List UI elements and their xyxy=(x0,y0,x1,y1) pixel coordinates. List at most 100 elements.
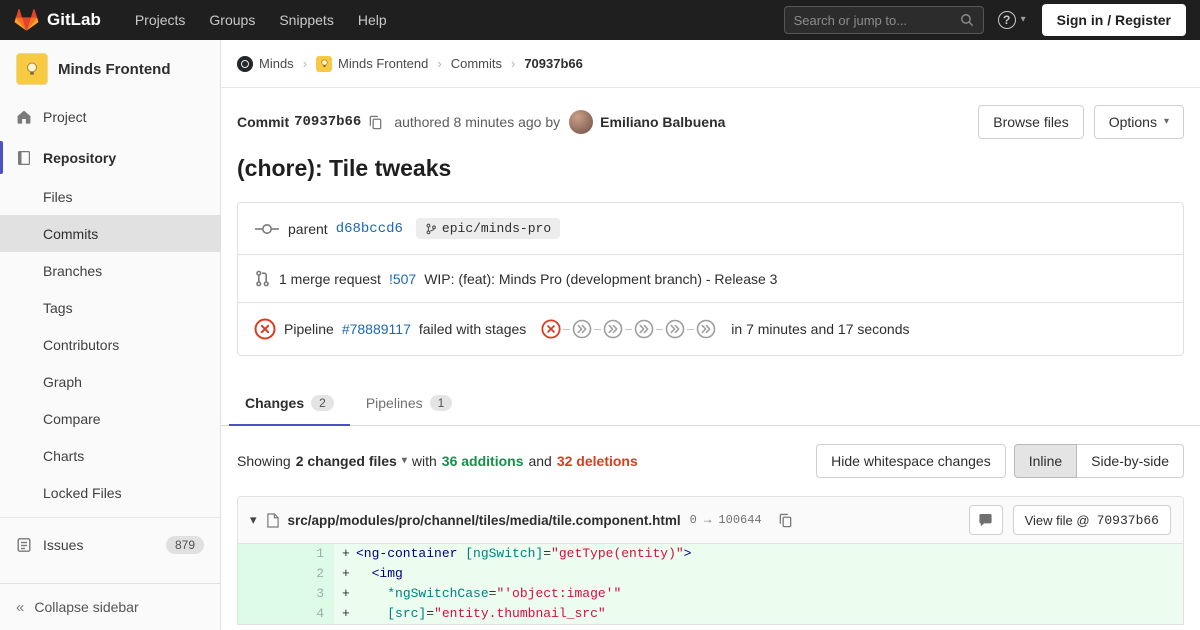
diff-line-row: 1 +<ng-container [ngSwitch]="getType(ent… xyxy=(238,544,1183,564)
breadcrumb-minds-frontend[interactable]: Minds Frontend xyxy=(316,56,428,72)
sidebar-item-repository[interactable]: Repository xyxy=(0,137,220,178)
breadcrumb-label: Minds Frontend xyxy=(338,56,428,71)
mr-ref-link[interactable]: !507 xyxy=(389,271,416,287)
author-avatar[interactable] xyxy=(569,110,593,134)
pipeline-label: Pipeline xyxy=(284,321,334,337)
pipeline-duration: in 7 minutes and 17 seconds xyxy=(731,321,909,337)
breadcrumb-current-sha: 70937b66 xyxy=(524,56,583,71)
project-header[interactable]: Minds Frontend xyxy=(0,40,220,96)
commit-tabs: Changes 2 Pipelines 1 xyxy=(221,380,1200,426)
diff-file-header: ▾ src/app/modules/pro/channel/tiles/medi… xyxy=(238,497,1183,544)
project-title: Minds Frontend xyxy=(58,61,171,78)
old-line-number[interactable] xyxy=(238,564,286,584)
view-mode-toggle: Inline Side-by-side xyxy=(1014,444,1184,478)
sidebar-item-files[interactable]: Files xyxy=(0,178,220,215)
commit-info-box: parent d68bccd6 epic/minds-pro 1 me xyxy=(237,202,1184,356)
nav-link-help[interactable]: Help xyxy=(346,2,399,38)
sidebar-item-contributors[interactable]: Contributors xyxy=(0,326,220,363)
side-by-side-view-button[interactable]: Side-by-side xyxy=(1077,444,1184,478)
toggle-comments-button[interactable] xyxy=(969,505,1003,535)
breadcrumb-label: Commits xyxy=(451,56,502,71)
pipeline-stage-skipped-icon[interactable] xyxy=(561,319,592,339)
chevron-down-icon: ▾ xyxy=(402,456,407,466)
nav-link-projects[interactable]: Projects xyxy=(123,2,198,38)
old-line-number[interactable] xyxy=(238,584,286,604)
collapse-label: Collapse sidebar xyxy=(34,599,138,615)
collapse-sidebar-button[interactable]: « Collapse sidebar xyxy=(0,583,220,630)
gitlab-tanuki-icon xyxy=(14,8,39,32)
search-icon xyxy=(960,13,974,27)
changed-files-dropdown[interactable]: 2 changed files ▾ xyxy=(296,453,407,469)
nav-link-snippets[interactable]: Snippets xyxy=(267,2,345,38)
breadcrumb-commits[interactable]: Commits xyxy=(451,56,502,71)
parent-sha-link[interactable]: d68bccd6 xyxy=(336,221,403,237)
tab-changes[interactable]: Changes 2 xyxy=(229,380,350,426)
browse-files-label: Browse files xyxy=(993,114,1068,130)
mr-title: WIP: (feat): Minds Pro (development bran… xyxy=(424,271,777,287)
sidebar-item-commits[interactable]: Commits xyxy=(0,215,220,252)
sidebar-item-locked-files[interactable]: Locked Files xyxy=(0,474,220,511)
pipeline-stage-skipped-icon[interactable] xyxy=(623,319,654,339)
home-icon xyxy=(16,109,32,125)
addition-sign: + xyxy=(342,564,356,584)
pipeline-status-text: failed with stages xyxy=(419,321,526,337)
view-file-button[interactable]: View file @ 70937b66 xyxy=(1013,505,1171,535)
pipeline-stage-skipped-icon[interactable] xyxy=(654,319,685,339)
code-token: *ngSwitchCase xyxy=(387,586,488,601)
search-input[interactable] xyxy=(794,13,960,28)
sign-in-button[interactable]: Sign in / Register xyxy=(1042,4,1186,36)
inline-label: Inline xyxy=(1029,453,1062,469)
diff-table: 1 +<ng-container [ngSwitch]="getType(ent… xyxy=(238,544,1183,624)
commit-time-ago: 8 minutes ago xyxy=(454,114,542,130)
browse-files-button[interactable]: Browse files xyxy=(978,105,1083,139)
global-search[interactable] xyxy=(784,6,984,34)
collapse-diff-icon[interactable]: ▾ xyxy=(250,512,257,528)
changes-count-badge: 2 xyxy=(311,395,334,411)
branch-ref-pill[interactable]: epic/minds-pro xyxy=(416,218,560,239)
copy-sha-button[interactable] xyxy=(368,115,383,130)
brand-name: GitLab xyxy=(47,10,101,30)
tab-pipelines[interactable]: Pipelines 1 xyxy=(350,380,469,426)
view-file-label: View file @ xyxy=(1025,513,1090,528)
inline-view-button[interactable]: Inline xyxy=(1014,444,1077,478)
pipeline-failed-icon[interactable] xyxy=(254,318,276,340)
nav-link-groups[interactable]: Groups xyxy=(197,2,267,38)
sidebar-item-branches[interactable]: Branches xyxy=(0,252,220,289)
new-line-number[interactable]: 1 xyxy=(286,544,334,564)
pipeline-stage-failed-icon[interactable] xyxy=(541,319,561,339)
sidebar-item-project[interactable]: Project xyxy=(0,96,220,137)
commit-actions: Browse files Options ▾ xyxy=(978,105,1184,139)
old-line-number[interactable] xyxy=(238,604,286,624)
hide-whitespace-button[interactable]: Hide whitespace changes xyxy=(816,444,1006,478)
commit-icon xyxy=(254,222,280,236)
new-line-number[interactable]: 3 xyxy=(286,584,334,604)
diff-file-path[interactable]: src/app/modules/pro/channel/tiles/media/… xyxy=(288,513,681,528)
new-line-number[interactable]: 2 xyxy=(286,564,334,584)
new-line-number[interactable]: 4 xyxy=(286,604,334,624)
pipeline-id-link[interactable]: #78889117 xyxy=(342,321,411,337)
code-token: > xyxy=(684,546,692,561)
pipeline-stage-skipped-icon[interactable] xyxy=(685,319,716,339)
chevron-down-icon: ▾ xyxy=(1164,117,1169,127)
breadcrumb-minds[interactable]: Minds xyxy=(237,56,294,72)
old-line-number[interactable] xyxy=(238,544,286,564)
pipeline-row: Pipeline #78889117 failed with stages xyxy=(238,302,1183,355)
copy-path-button[interactable] xyxy=(778,513,793,528)
gitlab-logo[interactable]: GitLab xyxy=(14,8,101,32)
sidebar-item-graph[interactable]: Graph xyxy=(0,363,220,400)
help-menu[interactable]: ? ▾ xyxy=(998,11,1026,29)
sidebar-item-charts[interactable]: Charts xyxy=(0,437,220,474)
author-name[interactable]: Emiliano Balbuena xyxy=(600,114,725,130)
view-file-sha: 70937b66 xyxy=(1097,513,1159,528)
sidebar-item-tags[interactable]: Tags xyxy=(0,289,220,326)
minds-frontend-avatar xyxy=(316,56,332,72)
collapse-icon: « xyxy=(16,599,24,616)
pipeline-stage-skipped-icon[interactable] xyxy=(592,319,623,339)
merge-request-row: 1 merge request !507 WIP: (feat): Minds … xyxy=(238,254,1183,302)
diff-line-row: 4 + [src]="entity.thumbnail_src" xyxy=(238,604,1183,624)
options-dropdown-button[interactable]: Options ▾ xyxy=(1094,105,1184,139)
breadcrumb-separator-icon: › xyxy=(511,56,515,71)
sidebar-item-label: Repository xyxy=(43,150,116,166)
sidebar-item-compare[interactable]: Compare xyxy=(0,400,220,437)
sidebar-item-issues[interactable]: Issues 879 xyxy=(0,524,220,565)
